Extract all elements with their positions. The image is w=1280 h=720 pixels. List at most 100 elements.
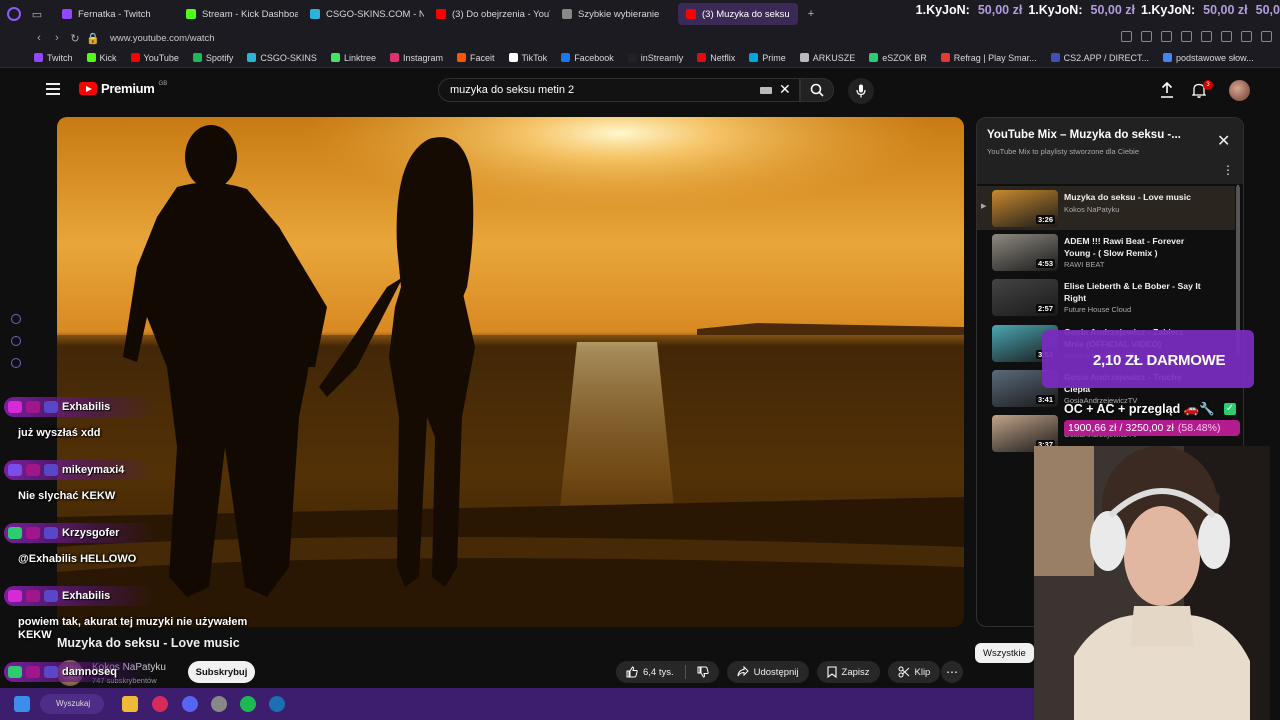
bookmark-item[interactable]: ARKUSZE bbox=[799, 52, 856, 63]
browser-tab[interactable]: (3) Do obejrzenia - YouTu bbox=[428, 3, 550, 25]
clear-search-icon[interactable]: ✕ bbox=[779, 81, 791, 98]
chat-badge-icon bbox=[44, 527, 58, 539]
bookmark-item[interactable]: podstawowe słow... bbox=[1163, 53, 1254, 63]
keyboard-icon[interactable] bbox=[760, 87, 772, 94]
playlist-item-title[interactable]: Muzyka do seksu - Love music bbox=[1064, 191, 1204, 203]
bookmark-item[interactable]: Linktree bbox=[330, 53, 376, 63]
upload-icon[interactable] bbox=[1160, 81, 1174, 103]
bookmark-item[interactable]: TikTok bbox=[508, 53, 547, 63]
playlist-item[interactable]: ▶ 3:26 Muzyka do seksu - Love music Kokos N… bbox=[977, 186, 1235, 230]
discord-icon[interactable] bbox=[182, 696, 198, 712]
share-button[interactable]: Udostępnij bbox=[726, 661, 809, 683]
playlist-menu-icon[interactable]: ⋮ bbox=[1222, 163, 1234, 177]
search-button[interactable] bbox=[800, 78, 834, 102]
browser-tab-bar: ▭ Fernatka - Twitch Stream - Kick Dashboa… bbox=[0, 0, 1280, 28]
bookmark-item[interactable]: Prime bbox=[749, 53, 786, 63]
history-icon[interactable] bbox=[11, 314, 21, 324]
playlist-title[interactable]: YouTube Mix – Muzyka do seksu -... bbox=[987, 129, 1202, 141]
screenshot-icon[interactable] bbox=[1141, 31, 1152, 42]
browser-tab[interactable]: Stream - Kick Dashboard bbox=[178, 3, 298, 25]
taskbar-search[interactable]: Wyszukaj bbox=[40, 694, 104, 714]
playlist-item-title[interactable]: Elise Lieberth & Le Bober - Say It Right bbox=[1064, 280, 1204, 304]
settings-icon[interactable] bbox=[1221, 31, 1232, 42]
bookmark-label: Facebook bbox=[574, 52, 614, 63]
chat-username-row: Exhabilis bbox=[4, 397, 154, 417]
url-field[interactable]: www.youtube.com/watch bbox=[110, 33, 215, 44]
download-icon[interactable] bbox=[1201, 31, 1212, 42]
voice-search-button[interactable] bbox=[848, 78, 874, 104]
steam-icon[interactable] bbox=[269, 696, 285, 712]
playlist-thumbnail[interactable]: 2:57 bbox=[992, 279, 1058, 316]
file-explorer-icon[interactable] bbox=[122, 696, 138, 712]
bookmark-favicon-icon bbox=[330, 53, 340, 62]
windows-start-icon[interactable] bbox=[14, 696, 30, 712]
bookmark-item[interactable]: Faceit bbox=[457, 53, 495, 63]
browser-tab[interactable]: CSGO-SKINS.COM - Naje bbox=[302, 3, 424, 25]
bookmark-item[interactable]: eSZOK BR bbox=[869, 53, 927, 63]
opera-gx-icon[interactable] bbox=[152, 696, 168, 712]
bookmark-item[interactable]: YouTube bbox=[130, 53, 179, 63]
bookmark-label: CSGO-SKINS bbox=[260, 52, 317, 63]
spotify-icon[interactable] bbox=[240, 696, 256, 712]
chat-username-row: mikeymaxi4 bbox=[4, 460, 154, 480]
close-playlist-icon[interactable]: ✕ bbox=[1217, 131, 1230, 151]
subscribe-button[interactable]: Subskrybuj bbox=[188, 661, 255, 683]
bookmark-item[interactable]: Spotify bbox=[192, 53, 233, 63]
share-icon bbox=[737, 666, 749, 677]
bookmark-favicon-icon bbox=[192, 53, 202, 62]
thumbs-down-icon[interactable] bbox=[697, 666, 709, 678]
bookmark-favicon-icon bbox=[130, 53, 140, 62]
bookmark-item[interactable]: CS2.APP / DIRECT... bbox=[1050, 52, 1150, 63]
playlist-item[interactable]: 4:53 ADEM !!! Rawi Beat - Forever Young -… bbox=[977, 230, 1235, 274]
bookmark-label: ARKUSZE bbox=[812, 52, 856, 63]
playlist-thumbnail[interactable]: 4:53 bbox=[992, 234, 1058, 271]
video-actions: 6,4 tys. Udostępnij Zapisz Klip bbox=[616, 661, 941, 683]
bookmark-item[interactable]: Netflix bbox=[697, 53, 735, 63]
playlist-item[interactable]: 2:57 Elise Lieberth & Le Bober - Say It R… bbox=[977, 275, 1235, 319]
youtube-logo[interactable]: Premium GB bbox=[79, 81, 167, 96]
menu-hamburger-icon[interactable] bbox=[46, 83, 60, 98]
browser-tab[interactable]: Fernatka - Twitch bbox=[54, 3, 174, 25]
tab-label: (3) Do obejrzenia - YouTu bbox=[452, 8, 550, 20]
reload-icon[interactable]: ↻ bbox=[66, 32, 84, 45]
bookmark-favicon-icon bbox=[34, 53, 43, 62]
search-input[interactable]: muzyka do seksu metin 2 bbox=[438, 78, 800, 102]
more-actions-icon[interactable]: ⋯ bbox=[941, 661, 963, 683]
chat-username-row: damnoseq bbox=[4, 662, 154, 682]
browser-tab[interactable]: Szybkie wybieranie bbox=[554, 3, 674, 25]
ai-icon[interactable] bbox=[1241, 31, 1252, 42]
bookmark-label: CS2.APP / DIRECT... bbox=[1063, 52, 1150, 63]
heart-icon[interactable] bbox=[1181, 31, 1192, 42]
bookmark-item[interactable]: inStreamly bbox=[627, 53, 683, 63]
like-button[interactable]: 6,4 tys. bbox=[616, 661, 719, 683]
browser-tab[interactable]: (3) Muzyka do seksu bbox=[678, 3, 798, 25]
tab-favicon-icon bbox=[686, 9, 696, 19]
chip-all[interactable]: Wszystkie bbox=[975, 643, 1034, 663]
bookmark-item[interactable]: Twitch bbox=[34, 53, 73, 63]
new-tab-button[interactable]: + bbox=[802, 8, 820, 20]
settings-gear-icon[interactable] bbox=[11, 358, 21, 368]
menu-icon[interactable] bbox=[1261, 31, 1272, 42]
bookmark-label: eSZOK BR bbox=[882, 52, 927, 63]
tab-list-icon[interactable]: ▭ bbox=[28, 8, 46, 21]
forward-icon[interactable]: › bbox=[48, 32, 66, 44]
extension-panel-icon[interactable] bbox=[11, 336, 21, 346]
bookmark-item[interactable]: Kick bbox=[86, 53, 117, 63]
back-icon[interactable]: ‹ bbox=[30, 32, 48, 44]
extension-icon[interactable] bbox=[1161, 31, 1172, 42]
save-button[interactable]: Zapisz bbox=[816, 661, 880, 683]
playlist-thumbnail[interactable]: 3:26 bbox=[992, 190, 1058, 227]
playlist-item-title[interactable]: ADEM !!! Rawi Beat - Forever Young - ( S… bbox=[1064, 235, 1204, 259]
bookmark-star-icon[interactable] bbox=[1121, 31, 1132, 42]
obs-icon[interactable] bbox=[211, 696, 227, 712]
account-avatar[interactable] bbox=[1229, 80, 1250, 101]
bookmark-item[interactable]: Refrag | Play Smar... bbox=[940, 53, 1037, 63]
clip-button[interactable]: Klip bbox=[887, 661, 941, 683]
lock-icon: 🔒 bbox=[86, 32, 100, 45]
bookmark-item[interactable]: CSGO-SKINS bbox=[247, 53, 317, 63]
chat-message: powiem tak, akurat tej muzyki nie używał… bbox=[18, 616, 248, 641]
bookmark-item[interactable]: Facebook bbox=[561, 53, 614, 63]
bookmark-item[interactable]: Instagram bbox=[389, 53, 443, 63]
video-player[interactable] bbox=[57, 117, 964, 627]
opera-gx-logo-icon[interactable] bbox=[0, 7, 28, 21]
